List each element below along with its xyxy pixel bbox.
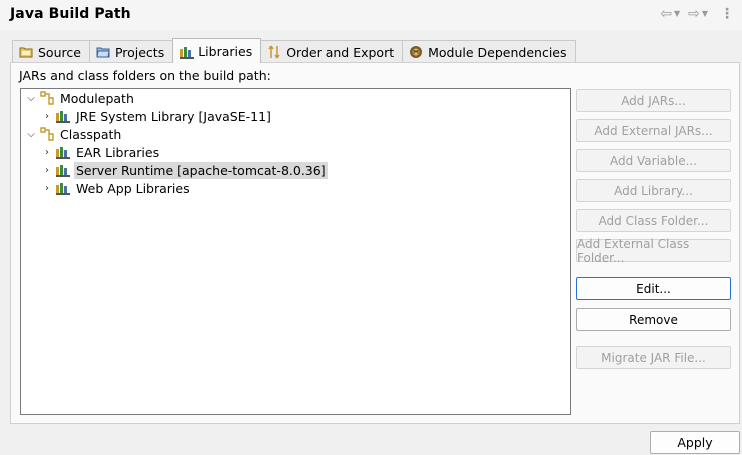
back-arrow-icon[interactable]: ⇦ <box>660 7 672 21</box>
remove-button[interactable]: Remove <box>576 308 731 331</box>
tab-order-and-export[interactable]: Order and Export <box>260 40 404 63</box>
tree-item-label: JRE System Library [JavaSE-11] <box>76 108 271 124</box>
order-export-icon <box>267 45 281 59</box>
build-path-label: JARs and class folders on the build path… <box>19 68 271 83</box>
module-icon <box>409 45 423 59</box>
edit-button[interactable]: Edit... <box>576 277 731 300</box>
chevron-right-icon[interactable]: › <box>41 147 53 158</box>
tree-item-web-app-libraries[interactable]: › Web App Libraries <box>41 179 192 197</box>
chevron-down-icon[interactable]: ⌵ <box>25 93 37 104</box>
add-external-class-folder-button[interactable]: Add External Class Folder... <box>576 237 731 265</box>
dialog-header: Java Build Path ⇦ ▼ ⇨ ▼ ⋮ <box>0 0 742 30</box>
page-title: Java Build Path <box>10 6 131 22</box>
tree-item-server-runtime[interactable]: › Server Runtime [apache-tomcat-8.0.36] <box>41 161 328 179</box>
tab-libraries[interactable]: Libraries <box>172 38 262 63</box>
tab-projects-label: Projects <box>114 44 165 60</box>
add-variable-button[interactable]: Add Variable... <box>576 149 731 172</box>
path-icon <box>39 126 55 142</box>
libraries-panel: JARs and class folders on the build path… <box>10 62 740 424</box>
projects-folder-icon <box>96 45 110 59</box>
library-icon <box>55 108 71 124</box>
tab-bar: Source Projects Libraries Order and Expo… <box>12 38 576 63</box>
library-icon <box>55 162 71 178</box>
tree-item-label: EAR Libraries <box>76 144 160 160</box>
add-jars-button[interactable]: Add JARs... <box>576 89 731 112</box>
tree-item-jre-system-library[interactable]: › JRE System Library [JavaSE-11] <box>41 107 273 125</box>
library-icon <box>55 144 71 160</box>
tree-item-label: Web App Libraries <box>76 180 190 196</box>
chevron-right-icon[interactable]: › <box>41 165 53 176</box>
forward-history-dropdown-icon[interactable]: ▼ <box>702 7 708 21</box>
tab-projects[interactable]: Projects <box>88 40 174 63</box>
migrate-jar-file-button[interactable]: Migrate JAR File... <box>576 346 731 369</box>
libraries-icon <box>179 44 195 59</box>
add-external-jars-button[interactable]: Add External JARs... <box>576 119 731 142</box>
tab-order-and-export-label: Order and Export <box>286 44 395 60</box>
chevron-right-icon[interactable]: › <box>41 183 53 194</box>
build-path-tree[interactable]: ⌵ Modulepath › JRE System Library [JavaS… <box>20 88 571 415</box>
tab-libraries-label: Libraries <box>198 43 253 59</box>
tree-item-label: Server Runtime [apache-tomcat-8.0.36] <box>74 161 328 179</box>
path-icon <box>39 90 55 106</box>
back-history-dropdown-icon[interactable]: ▼ <box>674 7 680 21</box>
source-folder-icon <box>19 45 33 59</box>
more-options-icon[interactable]: ⋮ <box>720 7 734 21</box>
tree-item-ear-libraries[interactable]: › EAR Libraries <box>41 143 161 161</box>
tab-module-dependencies-label: Module Dependencies <box>428 44 567 60</box>
tab-source[interactable]: Source <box>12 40 90 63</box>
tab-module-dependencies[interactable]: Module Dependencies <box>402 40 576 63</box>
tree-item-classpath[interactable]: ⌵ Classpath <box>25 125 123 143</box>
forward-arrow-icon[interactable]: ⇨ <box>688 7 700 21</box>
chevron-right-icon[interactable]: › <box>41 111 53 122</box>
add-library-button[interactable]: Add Library... <box>576 179 731 202</box>
apply-button[interactable]: Apply <box>650 431 740 454</box>
tree-item-label: Modulepath <box>60 90 134 106</box>
navigation-controls: ⇦ ▼ ⇨ ▼ ⋮ <box>660 7 734 21</box>
tree-item-modulepath[interactable]: ⌵ Modulepath <box>25 89 136 107</box>
tab-source-label: Source <box>38 44 81 60</box>
tree-item-label: Classpath <box>60 126 122 142</box>
library-icon <box>55 180 71 196</box>
chevron-down-icon[interactable]: ⌵ <box>25 129 37 140</box>
add-class-folder-button[interactable]: Add Class Folder... <box>576 209 731 232</box>
